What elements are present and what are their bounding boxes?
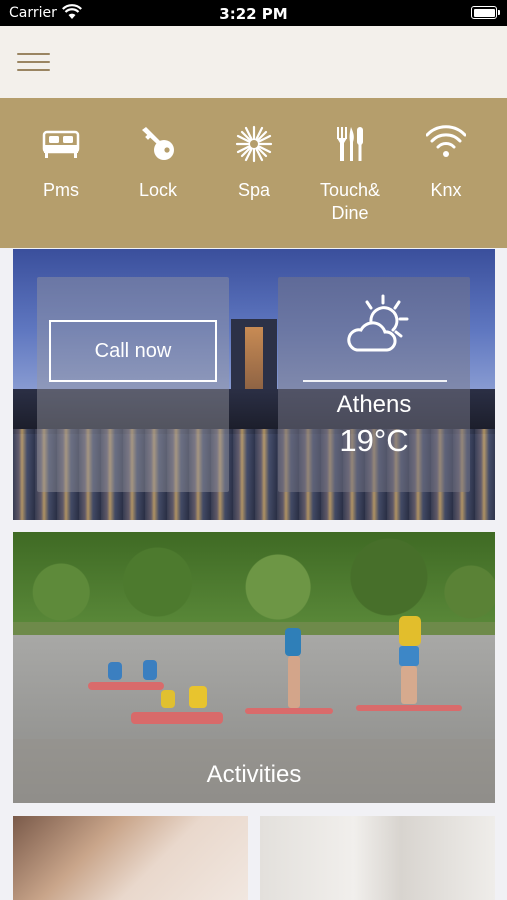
weather-city: Athens [336, 391, 412, 418]
background-shore [13, 622, 495, 636]
service-pms[interactable]: Pms [13, 98, 109, 248]
service-knx[interactable]: Knx [398, 98, 494, 248]
service-label: Pms [43, 180, 79, 200]
hamburger-icon[interactable] [17, 53, 50, 73]
service-label: Lock [138, 180, 178, 200]
spa-flower-icon [235, 125, 273, 163]
hero-card: Call now Athens 19°C [13, 249, 495, 520]
spa-tile[interactable] [13, 816, 248, 900]
paddleboard [245, 708, 333, 714]
background-trees [13, 532, 495, 632]
battery-icon [471, 6, 500, 19]
partly-cloudy-icon [347, 294, 409, 352]
paddleboarder [285, 628, 301, 656]
fork-knife-icon [337, 127, 363, 161]
service-spa[interactable]: Spa [206, 98, 302, 248]
kayak [131, 712, 223, 724]
service-touch-dine[interactable]: Touch& Dine [302, 98, 398, 248]
activities-label: Activities [206, 761, 302, 788]
wifi-icon [426, 125, 466, 157]
weather-divider [303, 380, 447, 382]
service-label: Knx [430, 180, 462, 200]
kayaker [108, 662, 122, 680]
activities-card[interactable]: Activities [13, 532, 495, 803]
paddleboarder-shorts [399, 646, 419, 666]
kayaker [161, 690, 175, 708]
service-lock[interactable]: Lock [110, 98, 206, 248]
status-time: 3:22 PM [219, 5, 288, 23]
app-header [0, 26, 507, 98]
service-label: Spa [237, 180, 271, 200]
services-bar: Pms Lock Spa Touch& Dine Knx [0, 98, 507, 248]
paddleboarder [399, 616, 421, 646]
call-now-button[interactable]: Call now [49, 320, 217, 382]
weather-temperature: 19°C [339, 423, 409, 458]
paddleboarder-legs [401, 666, 417, 704]
paddleboarder-legs [288, 656, 300, 708]
kayaker [143, 660, 157, 680]
kayaker [189, 686, 207, 708]
bed-icon [42, 130, 80, 158]
kayak [88, 682, 164, 690]
call-panel [37, 277, 229, 492]
service-label: Touch& Dine [319, 180, 381, 223]
paddleboard [356, 705, 462, 711]
key-icon [142, 127, 174, 160]
interior-tile[interactable] [260, 816, 495, 900]
status-bar: Carrier 3:22 PM [0, 0, 507, 26]
